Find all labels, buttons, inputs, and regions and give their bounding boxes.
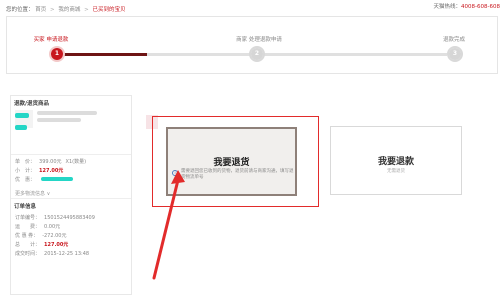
more-logistics-link[interactable]: 更多物流信息 ∨ bbox=[15, 190, 50, 197]
panel-title: 退款/退货商品 bbox=[14, 101, 50, 107]
hotline: 天猫热线：4008-608-608 bbox=[434, 2, 500, 10]
unit-price-label: 单 价： bbox=[15, 159, 36, 165]
redacted-text bbox=[15, 125, 27, 130]
breadcrumb-separator: > bbox=[50, 7, 55, 13]
refund-only-option[interactable]: 我要退款 无需退货 bbox=[330, 126, 462, 195]
discount-row: 优 惠： bbox=[15, 176, 35, 183]
refund-item-panel: 退款/退货商品 单 价： 399.00元 X1(数量) 小 计： 127.00元 优 … bbox=[10, 95, 132, 295]
redacted-text bbox=[37, 111, 97, 115]
step-2-number: 2 bbox=[251, 48, 263, 60]
redacted-text bbox=[41, 177, 73, 181]
divider bbox=[11, 198, 131, 199]
deal-time-row: 成交时间： 2015-12-25 13:48 bbox=[15, 250, 89, 257]
more-logistics-label: 更多物流信息 bbox=[15, 191, 46, 197]
step-1-number: 1 bbox=[51, 48, 63, 60]
breadcrumb-prefix: 您的位置： bbox=[6, 7, 34, 13]
hotline-label: 天猫热线： bbox=[433, 4, 462, 10]
step-3-label: 退款完成 bbox=[442, 37, 466, 43]
coupon-value: -272.00元 bbox=[42, 233, 67, 239]
order-number-link[interactable]: 150152449588340​9 bbox=[44, 215, 95, 221]
breadcrumb-separator: > bbox=[84, 7, 89, 13]
total-label: 总 计： bbox=[15, 242, 41, 248]
subtotal-label: 小 计： bbox=[15, 168, 36, 174]
step-2-dot: 2 bbox=[249, 46, 265, 62]
hotline-number: 4008-608-608 bbox=[461, 4, 500, 10]
breadcrumb-current[interactable]: 已买到的宝贝 bbox=[93, 7, 126, 13]
breadcrumb-mall-link[interactable]: 我的商城 bbox=[58, 7, 80, 13]
step-1-label: 买家 申请退款 bbox=[33, 37, 69, 43]
redacted-text bbox=[37, 118, 81, 122]
quantity: X1(数量) bbox=[65, 159, 87, 165]
unit-price-value: 399.00元 bbox=[39, 159, 62, 165]
shipping-value: 0.00元 bbox=[44, 224, 61, 230]
total-value: 127.00元 bbox=[44, 242, 69, 248]
refund-progress: 买家 申请退款 商家 处理退款申请 退款完成 1 2 3 bbox=[6, 16, 498, 74]
progress-track-pending bbox=[147, 53, 447, 56]
subtotal-row: 小 计： 127.00元 bbox=[15, 167, 63, 174]
unit-price-row: 单 价： 399.00元 X1(数量) bbox=[15, 158, 86, 165]
total-row: 总 计： 127.00元 bbox=[15, 241, 68, 248]
subtotal-value: 127.00元 bbox=[39, 168, 64, 174]
progress-track-done bbox=[57, 53, 147, 56]
shipping-row: 运 费： 0.00元 bbox=[15, 223, 60, 230]
shipping-label: 运 费： bbox=[15, 224, 41, 230]
order-number-row: 订单编号： 150152449588340​9 bbox=[15, 214, 95, 221]
breadcrumb-home-link[interactable]: 首页 bbox=[35, 7, 46, 13]
divider bbox=[11, 154, 131, 155]
step-2-label: 商家 处理退款申请 bbox=[236, 37, 282, 43]
step-3-dot: 3 bbox=[447, 46, 463, 62]
redacted-text bbox=[15, 113, 29, 118]
deal-time-value: 2015-12-25 13:48 bbox=[44, 251, 90, 257]
order-number-label: 订单编号： bbox=[15, 215, 41, 221]
refund-only-subtitle: 无需退货 bbox=[387, 169, 405, 174]
order-info-title: 订单信息 bbox=[14, 204, 37, 210]
refund-only-title: 我要退款 bbox=[377, 157, 414, 167]
breadcrumb: 您的位置： 首页 > 我的商城 > 已买到的宝贝 bbox=[6, 5, 126, 13]
coupon-row: 优 惠 券： -272.00元 bbox=[15, 232, 67, 239]
return-goods-title: 我要退货 bbox=[213, 158, 250, 168]
annotation-arrow-icon bbox=[152, 170, 185, 280]
discount-label: 优 惠： bbox=[15, 177, 36, 183]
step-1-dot: 1 bbox=[49, 46, 65, 62]
step-3-number: 3 bbox=[449, 48, 461, 60]
deal-time-label: 成交时间： bbox=[15, 251, 41, 257]
coupon-label: 优 惠 券： bbox=[15, 233, 39, 239]
